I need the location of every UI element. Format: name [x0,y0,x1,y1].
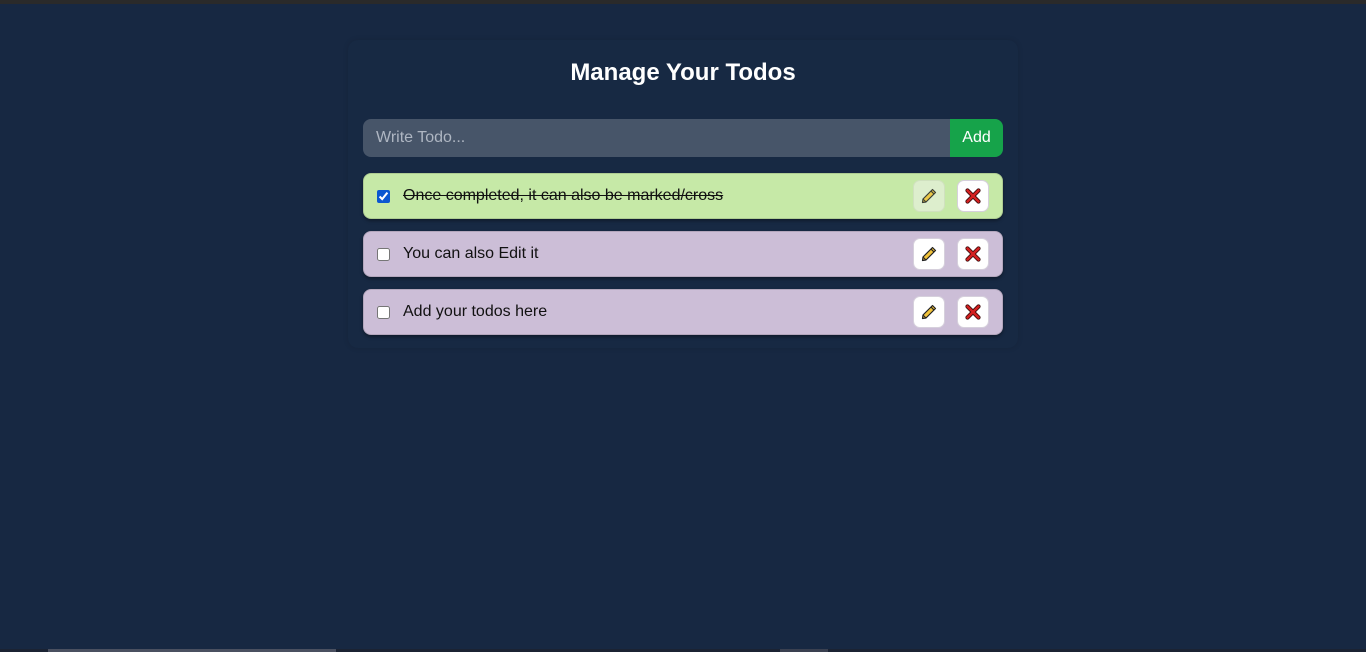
todo-checkbox[interactable] [377,247,390,261]
todo-text[interactable]: You can also Edit it [403,245,913,263]
todo-checkbox[interactable] [377,305,390,319]
delete-button[interactable] [957,180,989,212]
close-icon [965,246,981,262]
todo-item: Add your todos here [363,289,1003,335]
todo-text[interactable]: Add your todos here [403,303,913,321]
todo-text[interactable]: Once completed, it can also be marked/cr… [403,187,913,205]
edit-button[interactable] [913,180,945,212]
todo-form: Add [363,119,1003,157]
page-title: Manage Your Todos [570,59,796,86]
todo-item: You can also Edit it [363,231,1003,277]
todo-item: Once completed, it can also be marked/cr… [363,173,1003,219]
delete-button[interactable] [957,296,989,328]
todo-checkbox[interactable] [377,189,390,203]
edit-button[interactable] [913,238,945,270]
todo-input[interactable] [363,119,950,157]
browser-top-strip [0,0,1366,4]
delete-button[interactable] [957,238,989,270]
edit-button[interactable] [913,296,945,328]
add-button[interactable]: Add [950,119,1003,157]
pencil-icon [920,303,938,321]
close-icon [965,188,981,204]
pencil-icon [920,245,938,263]
pencil-icon [920,187,938,205]
close-icon [965,304,981,320]
